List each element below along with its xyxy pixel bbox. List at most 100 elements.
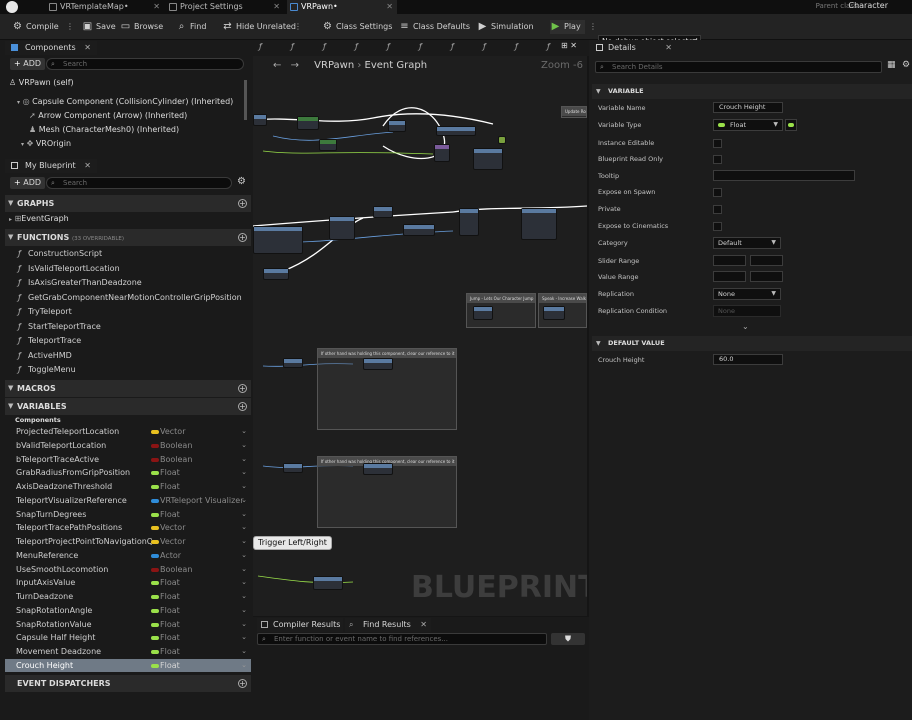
function-tab[interactable]: ƒ xyxy=(547,42,550,51)
graph-node[interactable] xyxy=(297,116,319,130)
forward-arrow-icon[interactable]: → xyxy=(291,60,299,71)
add-variable-icon[interactable]: + xyxy=(238,402,247,411)
graph-node[interactable] xyxy=(373,206,393,218)
add-function-icon[interactable]: + xyxy=(238,233,247,242)
function-item[interactable]: ƒ IsValidTeleportLocation xyxy=(18,262,120,276)
event-graph-tab[interactable]: ⊞ ✕ xyxy=(561,41,577,50)
chevron-down-icon[interactable]: ⌄ xyxy=(241,521,247,535)
hide-options-icon[interactable]: ⋮ xyxy=(294,22,302,31)
graph-node[interactable] xyxy=(253,226,303,254)
function-item[interactable]: ƒ IsAxisGreaterThanDeadzone xyxy=(18,276,142,290)
chevron-down-icon[interactable]: ⌄ xyxy=(241,425,247,439)
graphs-section-header[interactable]: ▼ GRAPHS + xyxy=(5,195,251,212)
grid-view-icon[interactable]: ▦ xyxy=(887,60,896,70)
my-blueprint-search-input[interactable]: ⌕ Search xyxy=(46,177,232,189)
function-tab[interactable]: ƒ xyxy=(355,42,358,51)
graph-node[interactable] xyxy=(473,148,503,170)
function-tab[interactable]: ƒ xyxy=(259,42,262,51)
chevron-down-icon[interactable]: ⌄ xyxy=(241,535,247,549)
function-tab[interactable]: ƒ xyxy=(483,42,486,51)
close-icon[interactable]: ✕ xyxy=(420,618,427,632)
variable-item[interactable]: SnapTurnDegrees Float ⌄ xyxy=(5,508,251,522)
function-item[interactable]: ƒ GetGrabComponentNearMotionControllerGri… xyxy=(18,291,242,305)
slider-range-min[interactable] xyxy=(713,255,746,266)
functions-section-header[interactable]: ▼ FUNCTIONS (33 OVERRIDABLE) + xyxy=(5,229,251,246)
find-results-input[interactable]: ⌕ Enter function or event name to find re… xyxy=(257,633,547,645)
tooltip-field[interactable] xyxy=(713,170,855,181)
variable-item[interactable]: SnapRotationValue Float ⌄ xyxy=(5,618,251,632)
compiler-results-tab[interactable]: Compiler Results xyxy=(257,618,343,632)
binoculars-icon[interactable]: ⛊ xyxy=(551,633,585,645)
variable-item[interactable]: MenuReference Actor ⌄ xyxy=(5,549,251,563)
expose-to-cinematics-checkbox[interactable] xyxy=(713,222,722,231)
variable-item[interactable]: InputAxisValue Float ⌄ xyxy=(5,576,251,590)
class-defaults-button[interactable]: ≡ Class Defaults xyxy=(399,20,470,34)
tree-item-self[interactable]: ♙ VRPawn (self) xyxy=(9,78,74,87)
chevron-down-icon[interactable]: ⌄ xyxy=(241,494,247,508)
variable-item[interactable]: bTeleportTraceActive Boolean ⌄ xyxy=(5,453,251,467)
play-button[interactable]: ▶ Play xyxy=(550,20,585,34)
tree-item-arrow[interactable]: ➚ Arrow Component (Arrow) (Inherited) xyxy=(29,111,187,120)
details-search-input[interactable]: ⌕ Search Details xyxy=(595,61,882,73)
variable-item[interactable]: ProjectedTeleportLocation Vector ⌄ xyxy=(5,425,251,439)
function-item[interactable]: ƒ TeleportTrace xyxy=(18,334,81,348)
graph-node[interactable] xyxy=(434,144,450,162)
back-arrow-icon[interactable]: ← xyxy=(273,60,281,71)
default-value-section-header[interactable]: ▼ DEFAULT VALUE xyxy=(592,336,912,351)
close-icon[interactable]: ✕ xyxy=(665,41,672,55)
chevron-down-icon[interactable]: ⌄ xyxy=(241,508,247,522)
graph-node[interactable] xyxy=(283,463,303,473)
chevron-down-icon[interactable]: ⌄ xyxy=(241,466,247,480)
variable-item[interactable]: Movement Deadzone Float ⌄ xyxy=(5,645,251,659)
instance-editable-checkbox[interactable] xyxy=(713,139,722,148)
default-value-field[interactable]: 60.0 xyxy=(713,354,783,365)
components-search-input[interactable]: ⌕ Search xyxy=(46,58,244,70)
components-scrollbar[interactable] xyxy=(244,80,247,120)
function-tab[interactable]: ƒ xyxy=(323,42,326,51)
value-range-max[interactable] xyxy=(750,271,783,282)
components-panel-tab[interactable]: Components ✕ xyxy=(5,41,97,55)
compile-button[interactable]: ⚙ Compile xyxy=(12,20,59,34)
graph-node[interactable] xyxy=(263,268,289,280)
graph-node[interactable] xyxy=(388,120,406,132)
details-panel-tab[interactable]: Details ✕ xyxy=(592,41,678,55)
unreal-logo-icon[interactable] xyxy=(6,1,18,13)
chevron-down-icon[interactable]: ⌄ xyxy=(241,439,247,453)
add-member-button[interactable]: + ADD xyxy=(10,177,46,189)
chevron-down-icon[interactable]: ⌄ xyxy=(241,576,247,590)
save-button[interactable]: ▣ Save xyxy=(82,20,116,34)
comment-box[interactable]: Update Room... xyxy=(561,106,587,118)
variable-item[interactable]: AxisDeadzoneThreshold Float ⌄ xyxy=(5,480,251,494)
variable-item[interactable]: TeleportTracePathPositions Vector ⌄ xyxy=(5,521,251,535)
simulation-button[interactable]: ▶ Simulation xyxy=(477,20,534,34)
variable-item[interactable]: TeleportProjectPointToNavigationQuer Vect… xyxy=(5,535,251,549)
add-component-button[interactable]: + ADD xyxy=(10,58,46,70)
function-item[interactable]: ƒ ConstructionScript xyxy=(18,247,102,261)
function-item[interactable]: ƒ ToggleMenu xyxy=(18,363,76,377)
chevron-down-icon[interactable]: ⌄ xyxy=(742,322,749,331)
function-item[interactable]: ƒ ActiveHMD xyxy=(18,349,72,363)
chevron-down-icon[interactable]: ⌄ xyxy=(241,453,247,467)
parent-class-link[interactable]: Character xyxy=(849,1,889,10)
value-range-min[interactable] xyxy=(713,271,746,282)
graph-item-eventgraph[interactable]: ▸ ⊞EventGraph xyxy=(9,214,69,223)
graph-node[interactable] xyxy=(283,358,303,368)
replication-dropdown[interactable]: None ▼ xyxy=(713,288,781,300)
close-icon[interactable]: ✕ xyxy=(153,0,160,14)
tree-item-vrorigin[interactable]: ▾ ✥ VROrigin xyxy=(21,139,71,148)
graph-node[interactable] xyxy=(363,358,393,370)
chevron-down-icon[interactable]: ⌄ xyxy=(241,480,247,494)
close-icon[interactable]: ✕ xyxy=(273,0,280,14)
graph-node[interactable] xyxy=(253,114,267,126)
slider-range-max[interactable] xyxy=(750,255,783,266)
container-type-dropdown[interactable] xyxy=(785,119,797,131)
class-settings-button[interactable]: ⚙ Class Settings xyxy=(322,20,392,34)
hide-unrelated-button[interactable]: ⇄ Hide Unrelated xyxy=(222,20,296,34)
add-graph-icon[interactable]: + xyxy=(238,199,247,208)
function-tab[interactable]: ƒ xyxy=(419,42,422,51)
variable-item[interactable]: TeleportVisualizerReference VRTeleport Vi… xyxy=(5,494,251,508)
find-results-tab[interactable]: ⌕ Find Results ✕ xyxy=(345,618,431,632)
graph-node[interactable] xyxy=(521,208,557,240)
variable-item[interactable]: Capsule Half Height Float ⌄ xyxy=(5,631,251,645)
function-item[interactable]: ƒ StartTeleportTrace xyxy=(18,320,101,334)
